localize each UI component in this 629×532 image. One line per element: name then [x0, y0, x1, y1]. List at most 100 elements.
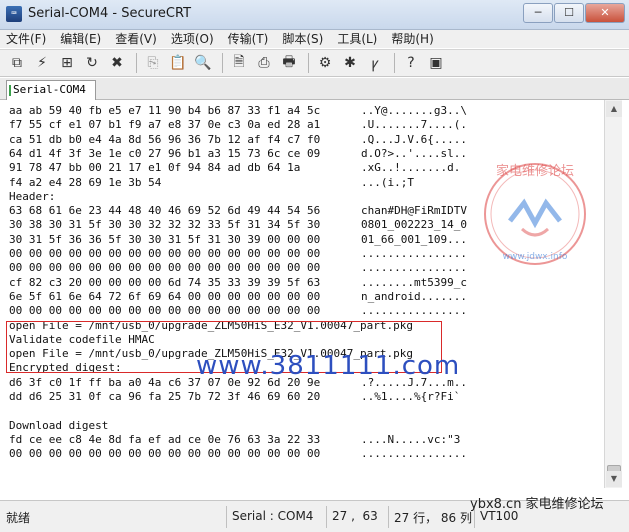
status-rows-cols: 27 行， 86 列 — [394, 511, 472, 525]
menu-file[interactable]: 文件(F) — [6, 30, 46, 48]
terminal-line-text: cf 82 c3 20 00 00 00 00 6d 74 35 33 39 3… — [9, 275, 321, 289]
scroll-up-arrow-icon[interactable]: ▲ — [606, 101, 622, 117]
toolbar: ⧉ ⚡ ⊞ ↻ ✖ ⎘ 📋 🔍 🗎 ⎙ 🖶 ⚙ ✱ ꝩ ? ▣ — [0, 49, 629, 77]
terminal-line-ascii: d.O?>..'....sl.. — [361, 146, 467, 160]
toolbar-separator — [222, 53, 223, 73]
print-setup-icon[interactable]: 🗎 — [228, 52, 250, 74]
status-divider — [388, 506, 389, 528]
global-options-icon[interactable]: ✱ — [339, 52, 361, 74]
status-connection: Serial : COM4 — [232, 509, 314, 523]
status-cursor-position: 27 , 63 — [332, 509, 378, 523]
vertical-scrollbar[interactable]: ▲ ▼ — [604, 100, 622, 488]
terminal-line-text: 91 78 47 bb 00 21 17 e1 0f 94 84 ad db 6… — [9, 161, 301, 175]
menu-view[interactable]: 查看(V) — [115, 30, 157, 48]
terminal-line-ascii: .xG..!.......d. — [361, 161, 461, 175]
terminal-line-text: 00 00 00 00 00 00 00 00 00 00 00 00 00 0… — [9, 261, 321, 275]
terminal-line-text: ca 51 db b0 e4 4a 8d 56 96 36 7b 12 af f… — [9, 132, 321, 146]
menu-options[interactable]: 选项(O) — [171, 30, 214, 48]
terminal-line-ascii: ................ — [361, 261, 467, 275]
menu-transfer[interactable]: 传输(T) — [228, 30, 269, 48]
menu-help[interactable]: 帮助(H) — [391, 30, 433, 48]
terminal-line-ascii: ..Y@.......g3..\ — [361, 104, 467, 117]
tab-serial-com4[interactable]: Serial-COM4 — [6, 80, 96, 100]
terminal-line: f7 55 cf e1 07 b1 f9 a7 e8 37 0e c3 0a e… — [9, 118, 467, 132]
disconnect-icon[interactable]: ✖ — [106, 52, 128, 74]
session-options-icon[interactable]: ⚙ — [314, 52, 336, 74]
watermark-url: www.3811111.com — [196, 351, 461, 381]
title-bar: ⌨ Serial-COM4 - SecureCRT ─ ☐ ✕ — [0, 0, 629, 30]
connect-tab-icon[interactable]: ⊞ — [56, 52, 78, 74]
terminal-line-text: 6e 5f 61 6e 64 72 6f 69 64 00 00 00 00 0… — [9, 289, 321, 303]
menu-tools[interactable]: 工具(L) — [337, 30, 377, 48]
terminal-line-text: Header: — [9, 189, 56, 203]
terminal-line-text: 00 00 00 00 00 00 00 00 00 00 00 00 00 0… — [9, 247, 321, 260]
close-button[interactable]: ✕ — [585, 3, 625, 23]
terminal-line-ascii: ................ — [361, 304, 467, 318]
terminal-line: ca 51 db b0 e4 4a 8d 56 96 36 7b 12 af f… — [9, 132, 467, 147]
terminal-line-text: f4 a2 e4 28 69 1e 3b 54 — [9, 175, 162, 189]
terminal-line: Header: — [9, 190, 55, 204]
terminal-line-ascii: 01_66_001_109... — [361, 232, 467, 246]
terminal-line-ascii: 0801_002223_14_0 — [361, 218, 467, 232]
toolbar-separator — [308, 53, 309, 73]
print-screen-icon[interactable]: 🖶 — [278, 52, 300, 74]
quick-connect-icon[interactable]: ⚡ — [31, 52, 53, 74]
window-controls: ─ ☐ ✕ — [523, 3, 625, 23]
menu-edit[interactable]: 编辑(E) — [60, 30, 101, 48]
terminal-line: Download digest — [9, 419, 108, 433]
find-icon[interactable]: 🔍 — [192, 52, 214, 74]
terminal-line: 00 00 00 00 00 00 00 00 00 00 00 00 00 0… — [9, 247, 467, 261]
terminal-line: 30 31 5f 36 36 5f 30 30 31 5f 31 30 39 0… — [9, 232, 467, 247]
copy-icon[interactable]: ⎘ — [142, 52, 164, 74]
terminal-line: aa ab 59 40 fb e5 e7 11 90 b4 b6 87 33 f… — [9, 104, 467, 118]
terminal-line-text: fd ce ee c8 4e 8d fa ef ad ce 0e 76 63 3… — [9, 432, 321, 446]
status-ready: 就绪 — [6, 511, 31, 525]
terminal-line: 30 38 30 31 5f 30 30 32 32 32 33 5f 31 3… — [9, 218, 467, 232]
terminal-line: 00 00 00 00 00 00 00 00 00 00 00 00 00 0… — [9, 447, 467, 461]
terminal-line: 91 78 47 bb 00 21 17 e1 0f 94 84 ad db 6… — [9, 161, 460, 175]
about-icon[interactable]: ▣ — [425, 52, 447, 74]
terminal-line-text: dd d6 25 31 0f ca 96 fa 25 7b 72 3f 46 6… — [9, 390, 321, 403]
print-icon[interactable]: ⎙ — [253, 52, 275, 74]
terminal-line: dd d6 25 31 0f ca 96 fa 25 7b 72 3f 46 6… — [9, 390, 460, 404]
keymap-icon[interactable]: ꝩ — [364, 52, 386, 74]
toolbar-separator — [394, 53, 395, 73]
terminal-line: 00 00 00 00 00 00 00 00 00 00 00 00 00 0… — [9, 261, 467, 275]
watermark-caption: ybx8.cn 家电维修论坛 — [470, 497, 604, 512]
terminal-line: 63 68 61 6e 23 44 48 40 46 69 52 6d 49 4… — [9, 204, 467, 218]
connect-icon[interactable]: ⧉ — [6, 52, 28, 74]
minimize-button[interactable]: ─ — [523, 3, 553, 23]
paste-icon[interactable]: 📋 — [167, 52, 189, 74]
terminal-line: f4 a2 e4 28 69 1e 3b 54 ...(i.;T — [9, 175, 414, 190]
terminal-line: cf 82 c3 20 00 00 00 00 6d 74 35 33 39 3… — [9, 275, 467, 290]
terminal-line-text: 30 38 30 31 5f 30 30 32 32 32 33 5f 31 3… — [9, 218, 321, 232]
status-divider — [226, 506, 227, 528]
menu-script[interactable]: 脚本(S) — [282, 30, 323, 48]
terminal-line-text: 63 68 61 6e 23 44 48 40 46 69 52 6d 49 4… — [9, 204, 321, 218]
scroll-down-arrow-icon[interactable]: ▼ — [606, 471, 622, 487]
terminal-line: 00 00 00 00 00 00 00 00 00 00 00 00 00 0… — [9, 304, 467, 318]
terminal-line-text: 00 00 00 00 00 00 00 00 00 00 00 00 00 0… — [9, 447, 321, 461]
terminal-line-ascii: chan#DH@FiRmIDTV — [361, 204, 467, 218]
help-icon[interactable]: ? — [400, 52, 422, 74]
terminal-line-ascii: ........mt5399_c — [361, 275, 467, 289]
terminal-line-ascii: ..%1....%{r?Fi` — [361, 390, 467, 403]
menu-bar: 文件(F) 编辑(E) 查看(V) 选项(O) 传输(T) 脚本(S) 工具(L… — [0, 30, 629, 48]
terminal-line: 64 d1 4f 3f 3e 1e c0 27 96 b1 a3 15 73 6… — [9, 147, 467, 161]
terminal-line-text: f7 55 cf e1 07 b1 f9 a7 e8 37 0e c3 0a e… — [9, 118, 321, 132]
terminal-line-ascii: .Q...J.V.6{..... — [361, 132, 467, 146]
terminal-line-ascii: n_android....... — [361, 289, 467, 303]
reconnect-icon[interactable]: ↻ — [81, 52, 103, 74]
terminal-line-ascii: ................ — [361, 447, 467, 461]
terminal-line-text: aa ab 59 40 fb e5 e7 11 90 b4 b6 87 33 f… — [9, 104, 321, 117]
terminal-line-text: 30 31 5f 36 36 5f 30 30 31 5f 31 30 39 0… — [9, 232, 321, 246]
watermark-seal-url: www.jdwx.info — [503, 252, 568, 262]
maximize-button[interactable]: ☐ — [554, 3, 584, 23]
terminal-line-ascii: .U.......7....(. — [361, 118, 467, 132]
terminal-line: fd ce ee c8 4e 8d fa ef ad ce 0e 76 63 3… — [9, 432, 460, 447]
toolbar-separator — [136, 53, 137, 73]
window-title: Serial-COM4 - SecureCRT — [28, 6, 192, 21]
terminal-line-ascii: ................ — [361, 247, 467, 260]
session-tab-strip: Serial-COM4 — [0, 78, 629, 100]
securecrt-app-icon: ⌨ — [6, 6, 22, 22]
